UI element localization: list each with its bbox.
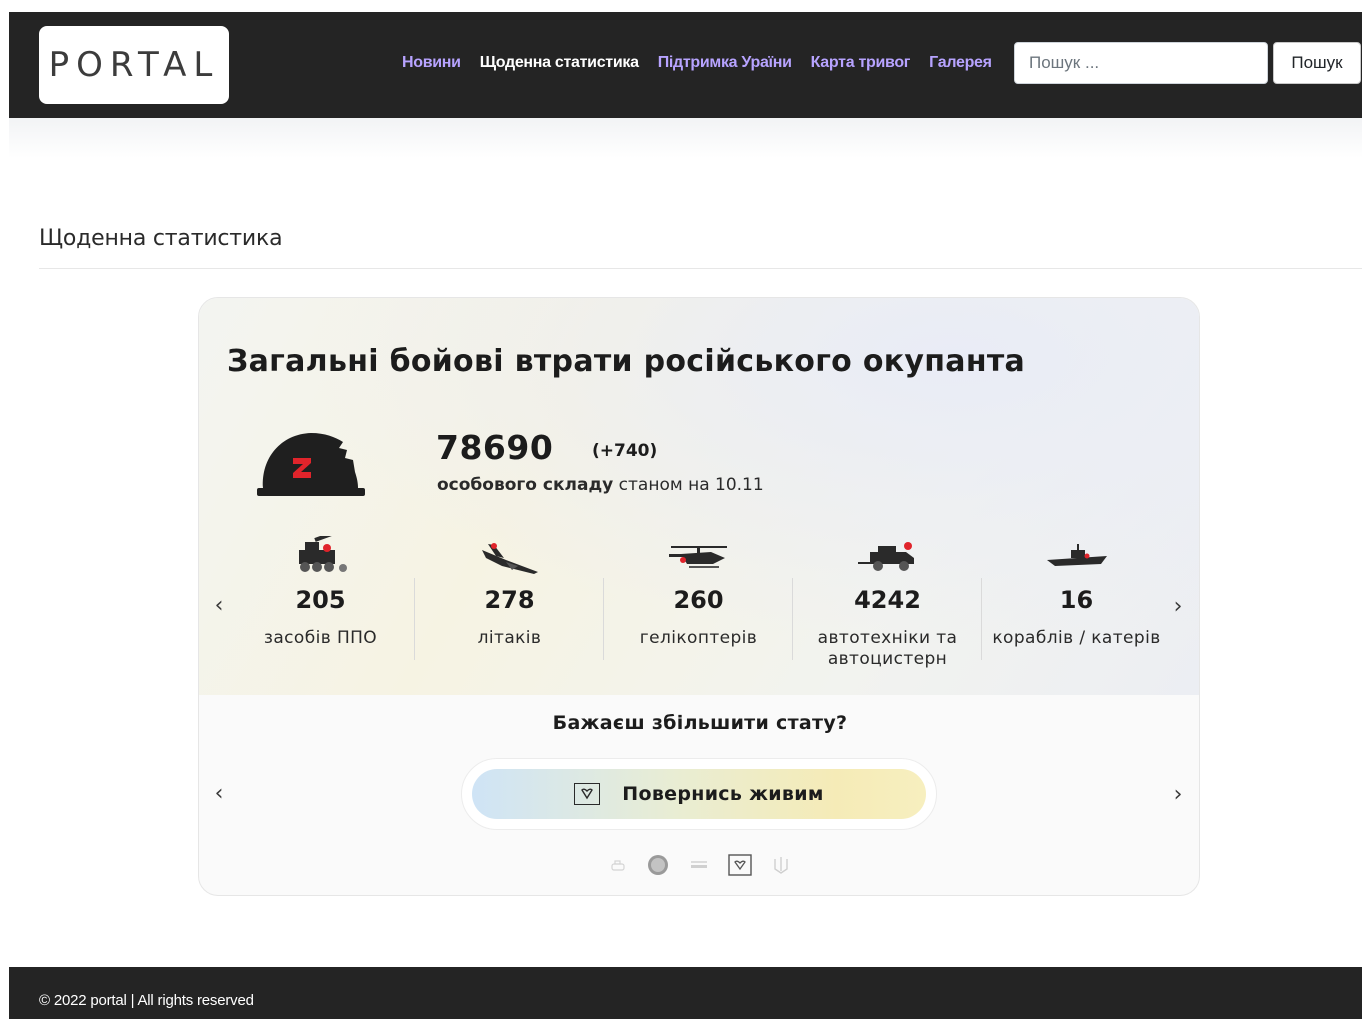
promo-question: Бажаєш збільшити стату? [552,712,848,734]
heart-box-icon [574,783,601,805]
stat-value: 260 [673,586,724,614]
plane-icon [481,543,538,574]
air-defense-icon [298,536,347,572]
stat-ships: 16 кораблів / катерів [982,536,1171,676]
nav-link-support-ukraine[interactable]: Підтримка Ураїни [658,54,792,72]
personnel-label-date: станом на 10.11 [613,475,764,495]
ship-icon [1046,544,1107,566]
promo-prev-arrow[interactable]: ‹ [207,778,231,808]
search-button[interactable]: Пошук [1273,42,1361,84]
stat-label: засобів ППО [263,628,378,648]
logo-text: PORTAL [48,45,220,85]
circle-icon[interactable] [646,853,670,877]
stat-label: літаків [477,628,542,648]
main-nav: Новини Щоденна статистика Підтримка Ураї… [402,54,992,72]
stat-air-defense: 205 засобів ППО [226,536,415,676]
header-shadow [9,118,1362,158]
portal-logo[interactable]: PORTAL [39,26,229,104]
personnel-label-bold: особового складу [437,475,614,495]
losses-widget: Загальні бойові втрати російського окупа… [198,297,1200,896]
helicopter-icon [668,546,727,568]
losses-title: Загальні бойові втрати російського окупа… [227,344,1026,379]
stat-label: гелікоптерів [639,628,758,648]
stat-value: 278 [484,586,535,614]
flag-icon[interactable] [690,858,708,872]
personnel-delta: (+740) [592,441,658,461]
nav-link-gallery[interactable]: Галерея [929,54,992,72]
nav-link-alert-map[interactable]: Карта тривог [811,54,911,72]
personnel-label: особового складу станом на 10.11 [437,475,764,495]
stat-helicopters: 260 гелікоптерів [604,536,793,676]
helmet-icon [257,433,365,496]
stats-carousel: 205 засобів ППО 278 літаків 260 гелікопт… [226,536,1171,676]
footer: © 2022 portal | All rights reserved [9,967,1362,1019]
nav-link-daily-stats[interactable]: Щоденна статистика [480,54,639,72]
trident-icon[interactable] [772,855,790,875]
personnel-count: 78690 [436,428,554,467]
stat-value: 205 [295,586,346,614]
footer-copyright: © 2022 portal | All rights reserved [39,992,254,1009]
navbar: PORTAL Новини Щоденна статистика Підтрим… [9,12,1362,118]
stat-vehicles: 4242 автотехніки та автоцистерн [793,536,982,676]
search-input[interactable] [1014,42,1268,84]
vehicle-icon [857,542,914,571]
stat-label: кораблів / катерів [992,628,1161,648]
nav-link-news[interactable]: Новини [402,54,461,72]
tank-icon[interactable] [610,857,626,873]
return-alive-button-inner: Повернись живим [472,769,926,819]
return-alive-button[interactable]: Повернись живим [461,758,937,830]
return-alive-label: Повернись живим [622,783,824,805]
promo-next-arrow[interactable]: › [1166,779,1190,809]
heart-box-icon[interactable] [728,854,752,876]
losses-panel: Загальні бойові втрати російського окупа… [199,298,1199,695]
stat-value: 16 [1059,586,1094,614]
stat-planes: 278 літаків [415,536,604,676]
stat-label: автотехніки та автоцистерн [817,628,958,669]
page-title: Щоденна статистика [39,226,283,251]
stat-value: 4242 [854,586,921,614]
title-divider [39,268,1362,269]
promo-carousel-dots [604,850,796,880]
